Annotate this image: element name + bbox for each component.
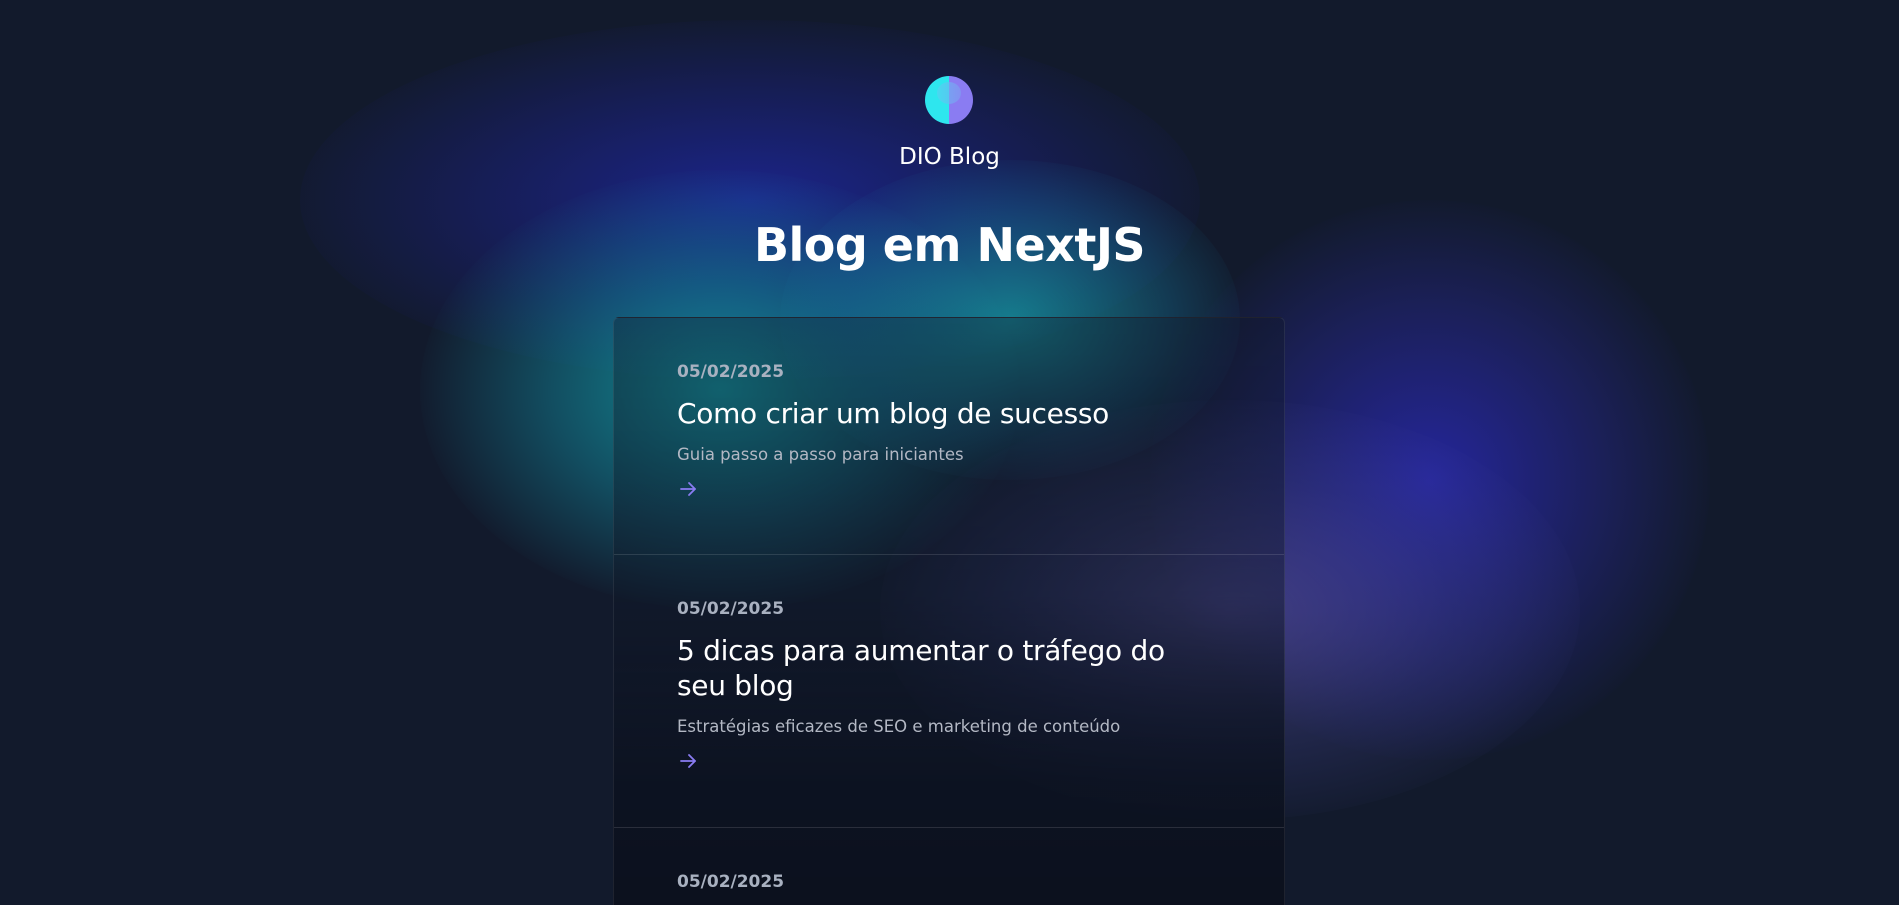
post-card[interactable]: 05/02/2025 Como criar um blog de sucesso… (614, 318, 1284, 555)
post-date: 05/02/2025 (677, 872, 785, 892)
page-title: Blog em NextJS (753, 218, 1146, 272)
post-date: 05/02/2025 (677, 362, 785, 382)
post-title[interactable]: Como criar um blog de sucesso (677, 396, 1221, 431)
page-background: DIO Blog Blog em NextJS 05/02/2025 Como … (0, 0, 1899, 905)
post-description: Guia passo a passo para iniciantes (677, 445, 964, 464)
post-description: Estratégias eficazes de SEO e marketing … (677, 717, 1121, 736)
post-card[interactable]: 05/02/2025 (614, 828, 1284, 905)
post-date: 05/02/2025 (677, 599, 785, 619)
arrow-right-icon[interactable] (677, 478, 699, 500)
page-content: DIO Blog Blog em NextJS 05/02/2025 Como … (0, 0, 1899, 905)
post-list: 05/02/2025 Como criar um blog de sucesso… (613, 317, 1285, 905)
logo-icon[interactable] (925, 76, 973, 124)
post-title[interactable]: 5 dicas para aumentar o tráfego do seu b… (677, 633, 1221, 703)
post-card[interactable]: 05/02/2025 5 dicas para aumentar o tráfe… (614, 555, 1284, 828)
brand-name[interactable]: DIO Blog (0, 144, 1899, 170)
arrow-right-icon[interactable] (677, 750, 699, 772)
